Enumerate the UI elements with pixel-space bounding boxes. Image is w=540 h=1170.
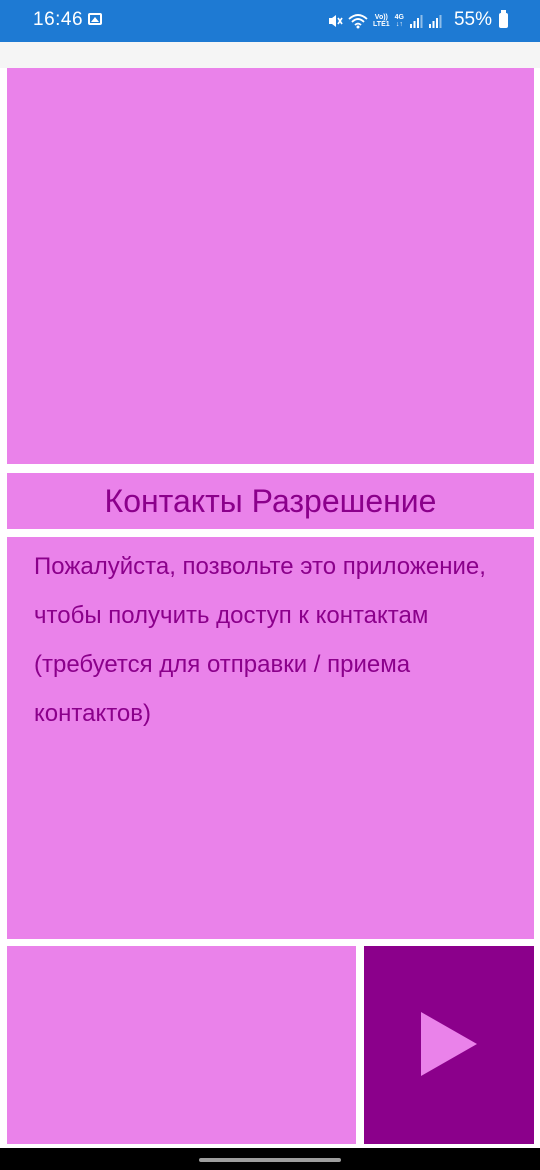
permission-title-panel: Контакты Разрешение <box>7 473 534 529</box>
network-type-label: 4G <box>394 14 404 21</box>
status-icons: Vo)) LTE1 4G ↓↑ <box>327 10 442 32</box>
home-handle[interactable] <box>199 1158 341 1162</box>
system-nav-bar <box>0 1148 540 1170</box>
next-button[interactable] <box>364 946 534 1144</box>
battery-percent: 55% <box>453 9 492 30</box>
status-time: 16:46 <box>33 9 84 30</box>
volte-indicator: Vo)) LTE1 <box>373 14 390 28</box>
mute-icon <box>327 13 343 29</box>
permission-message: Пожалуйста, позвольте это приложение, чт… <box>34 553 486 727</box>
gallery-notification-icon <box>88 13 102 25</box>
permission-title: Контакты Разрешение <box>104 482 437 519</box>
wifi-icon <box>348 13 368 29</box>
status-bar: 16:46 Vo)) LTE1 4G ↓↑ 55% <box>0 0 540 42</box>
permission-message-panel: Пожалуйста, позвольте это приложение, чт… <box>7 537 534 939</box>
battery-icon <box>499 10 508 28</box>
play-icon <box>419 1010 479 1081</box>
signal-icon-secondary <box>428 14 442 28</box>
signal-icon <box>409 14 423 28</box>
data-arrows-icon: ↓↑ <box>395 21 403 28</box>
network-indicator: 4G ↓↑ <box>395 14 404 28</box>
bottom-left-panel <box>7 946 356 1144</box>
top-spacer <box>0 42 540 68</box>
lte-label: LTE1 <box>373 21 390 28</box>
image-placeholder-panel <box>7 68 534 464</box>
volte-label: Vo)) <box>374 14 388 21</box>
